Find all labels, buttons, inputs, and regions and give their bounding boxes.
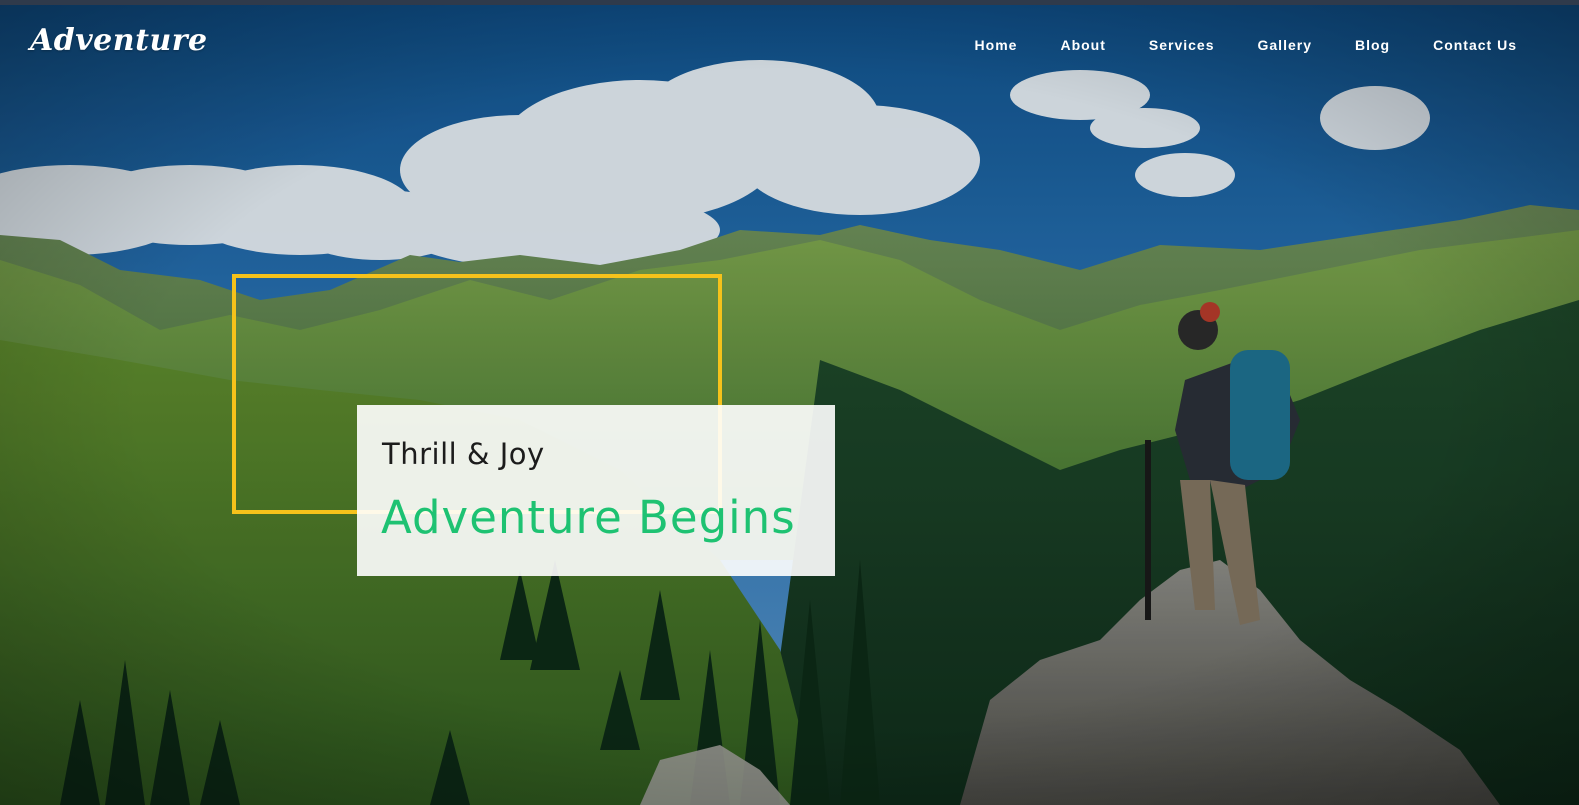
nav-about-link[interactable]: About: [1060, 37, 1105, 53]
nav-contact-link[interactable]: Contact Us: [1433, 37, 1517, 53]
hero-caption-card: Thrill & Joy Adventure Begins: [357, 405, 835, 576]
nav-gallery-link[interactable]: Gallery: [1258, 37, 1312, 53]
hero-page: Adventure Home About Services Gallery Bl…: [0, 0, 1579, 805]
site-header: Adventure Home About Services Gallery Bl…: [0, 5, 1579, 85]
primary-nav: Home About Services Gallery Blog Contact…: [932, 37, 1517, 53]
nav-services-link[interactable]: Services: [1149, 37, 1215, 53]
top-strip: [0, 0, 1579, 5]
nav-blog-link[interactable]: Blog: [1355, 37, 1390, 53]
nav-home-link[interactable]: Home: [975, 37, 1018, 53]
hero-title: Adventure Begins: [381, 491, 796, 544]
brand-logo[interactable]: Adventure: [30, 23, 208, 58]
hero-kicker: Thrill & Joy: [382, 437, 545, 471]
